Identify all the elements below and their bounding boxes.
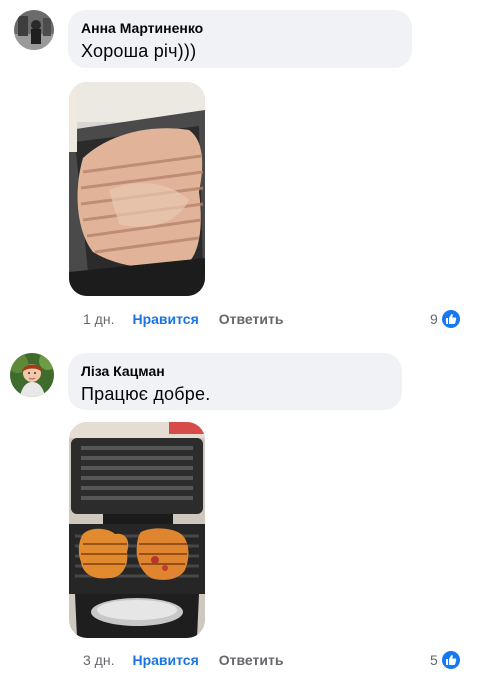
comment: Анна Мартиненко Хороша річ))) 1 дн. Нрав…	[0, 0, 480, 340]
like-button[interactable]: Нравится	[132, 310, 198, 328]
reply-button[interactable]: Ответить	[219, 310, 284, 328]
reaction-count: 9	[430, 311, 438, 327]
like-icon	[441, 651, 460, 669]
comment-text: Хороша річ)))	[81, 41, 197, 61]
reaction-summary[interactable]: 5	[430, 651, 460, 669]
comment-bubble: Ліза Кацман Працює добре.	[68, 353, 402, 410]
comment-time[interactable]: 3 дн.	[83, 651, 114, 669]
avatar[interactable]	[10, 353, 54, 397]
comment-time[interactable]: 1 дн.	[83, 310, 114, 328]
comment-author[interactable]: Анна Мартиненко	[81, 19, 398, 37]
comment-actions: 1 дн. Нравится Ответить	[83, 310, 283, 328]
reply-button[interactable]: Ответить	[219, 651, 284, 669]
comment-photo[interactable]	[69, 82, 205, 296]
reaction-count: 5	[430, 652, 438, 668]
avatar[interactable]	[14, 10, 54, 50]
reaction-summary[interactable]: 9	[430, 310, 460, 328]
like-icon	[441, 310, 460, 328]
comment: Ліза Кацман Працює добре. 3 дн. Нравится…	[0, 340, 480, 681]
comment-photo[interactable]	[69, 422, 205, 638]
like-button[interactable]: Нравится	[132, 651, 198, 669]
comment-actions: 3 дн. Нравится Ответить	[83, 651, 283, 669]
comment-author[interactable]: Ліза Кацман	[81, 362, 388, 380]
comment-text: Працює добре.	[81, 384, 211, 404]
comment-bubble: Анна Мартиненко Хороша річ)))	[68, 10, 412, 68]
